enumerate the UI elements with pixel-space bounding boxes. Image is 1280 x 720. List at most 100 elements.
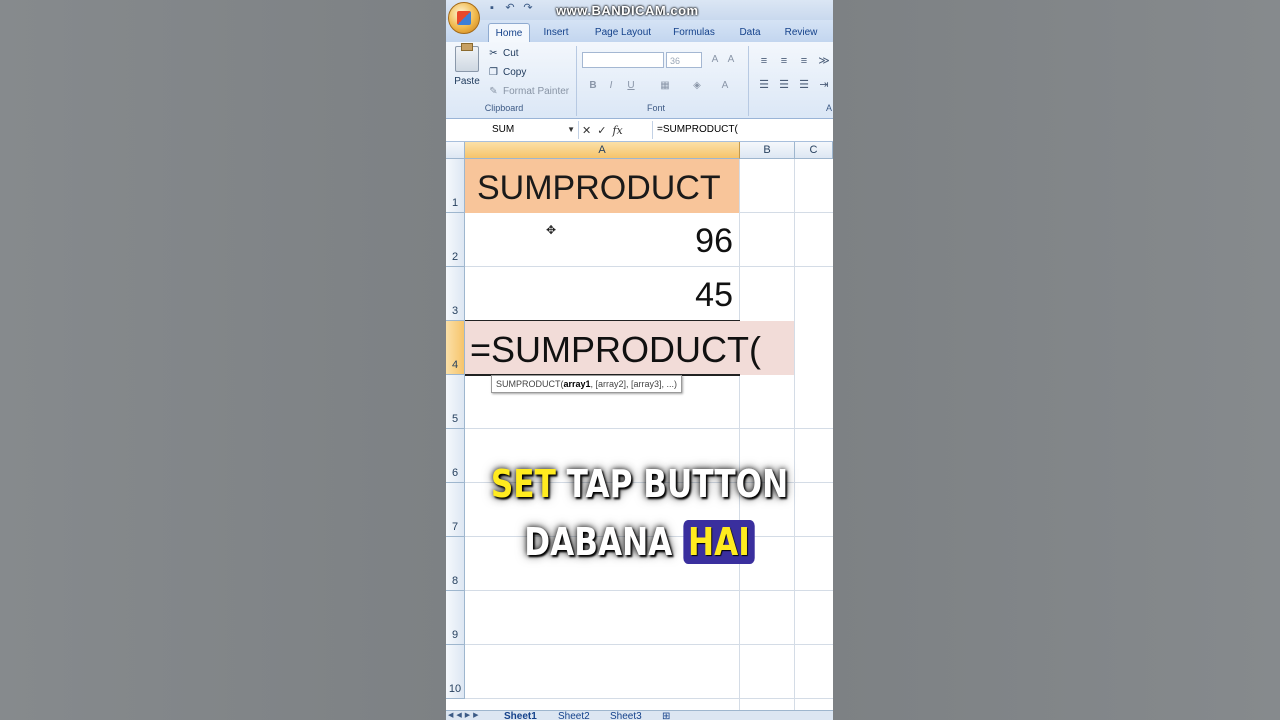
- align-right-icon[interactable]: ☰: [796, 78, 812, 92]
- format-painter-button[interactable]: ✎ Format Painter: [488, 86, 569, 97]
- cell-a1[interactable]: SUMPRODUCT: [465, 159, 739, 213]
- bold-icon[interactable]: B: [586, 79, 600, 93]
- sheet-tab-bar: ◀◀▶▶ Sheet1 Sheet2 Sheet3 ⊞: [446, 710, 833, 720]
- select-all-corner[interactable]: [446, 142, 465, 159]
- column-header-b[interactable]: B: [740, 142, 795, 159]
- group-separator: [576, 46, 577, 116]
- gridline: [465, 590, 833, 591]
- cut-label: Cut: [503, 48, 519, 59]
- row-header-9[interactable]: 9: [446, 591, 465, 645]
- row-header-2[interactable]: 2: [446, 213, 465, 267]
- row-number: 2: [451, 251, 459, 263]
- column-header-a[interactable]: A: [465, 142, 740, 159]
- cell-a3[interactable]: 45: [465, 276, 733, 315]
- title-bar: ▪ ↶ ↷ www.BANDICAM.com: [446, 0, 833, 20]
- font-color-icon[interactable]: A: [718, 79, 732, 93]
- font-group-label: Font: [646, 103, 665, 113]
- formula-buttons: ✕ ✓ fx: [582, 121, 623, 139]
- tab-data[interactable]: Data: [734, 23, 766, 42]
- chevron-down-icon[interactable]: ▼: [567, 121, 575, 139]
- align-left-icon[interactable]: ☰: [756, 78, 772, 92]
- row-number: 1: [451, 197, 459, 209]
- column-header-c[interactable]: C: [795, 142, 833, 159]
- tooltip-current-arg[interactable]: array1: [564, 379, 591, 389]
- ribbon-tabs: Home Insert Page Layout Formulas Data Re…: [446, 20, 833, 43]
- worksheet-grid: A B C 1 2 3 4 5 6 7 8 9 10 SUMPRODUCT 96…: [446, 142, 833, 712]
- gridline: [739, 159, 740, 712]
- align-center-icon[interactable]: ☰: [776, 78, 792, 92]
- quick-access-toolbar: ▪ ↶ ↷: [486, 2, 534, 14]
- align-top-icon[interactable]: ≡: [756, 54, 772, 68]
- copy-label: Copy: [503, 67, 527, 78]
- sheet-tab-2[interactable]: Sheet2: [558, 711, 590, 720]
- row-header-1[interactable]: 1: [446, 159, 465, 213]
- underline-icon[interactable]: U: [624, 79, 638, 93]
- gridline: [465, 698, 833, 699]
- redo-icon[interactable]: ↷: [522, 2, 534, 14]
- indent-icon[interactable]: ⇥: [816, 78, 832, 92]
- gridline: [794, 159, 795, 712]
- row-header-4[interactable]: 4: [446, 321, 465, 375]
- caption-line-1: SET TAP BUTTON: [446, 462, 833, 506]
- clipboard-group-label: Clipboard: [484, 103, 524, 113]
- function-argument-tooltip[interactable]: SUMPRODUCT(array1, [array2], [array3], .…: [491, 375, 683, 393]
- orientation-icon[interactable]: ≫: [816, 54, 832, 68]
- mouse-cursor-icon: ✥: [546, 223, 557, 237]
- paste-button[interactable]: Paste: [452, 43, 482, 100]
- row-number: 5: [451, 413, 459, 425]
- cell-a2[interactable]: 96: [465, 222, 733, 261]
- name-box[interactable]: SUM ▼: [446, 121, 579, 139]
- caption-highlight-box: HAI: [683, 520, 755, 564]
- ribbon: Paste ✂ Cut ❐ Copy ✎ Format Painter Clipboa…: [446, 42, 833, 119]
- sheet-nav-icons[interactable]: ◀◀▶▶: [448, 711, 482, 719]
- align-middle-icon[interactable]: ≡: [776, 54, 792, 68]
- row-number: 10: [448, 683, 462, 695]
- row-header-5[interactable]: 5: [446, 375, 465, 429]
- copy-button[interactable]: ❐ Copy: [488, 67, 526, 78]
- clipboard-icon: [455, 43, 479, 72]
- align-bottom-icon[interactable]: ≡: [796, 54, 812, 68]
- tab-page-layout[interactable]: Page Layout: [588, 23, 658, 42]
- row-number: 9: [451, 629, 459, 641]
- cell-a4-value: =SUMPRODUCT(: [470, 329, 762, 370]
- grow-font-icon[interactable]: A: [708, 53, 722, 67]
- copy-icon: ❐: [489, 67, 498, 78]
- save-icon[interactable]: ▪: [486, 2, 498, 14]
- format-painter-label: Format Painter: [503, 86, 570, 97]
- excel-window: ▪ ↶ ↷ www.BANDICAM.com Home Insert Page …: [446, 0, 833, 720]
- tab-review[interactable]: Review: [780, 23, 822, 42]
- undo-icon[interactable]: ↶: [504, 2, 516, 14]
- tab-home[interactable]: Home: [488, 23, 530, 43]
- fill-color-icon[interactable]: ◈: [690, 79, 704, 93]
- sheet-tab-3[interactable]: Sheet3: [610, 711, 642, 720]
- gridline: [465, 266, 833, 267]
- enter-check-icon[interactable]: ✓: [597, 124, 606, 137]
- group-separator: [748, 46, 749, 116]
- scissors-icon: ✂: [489, 48, 498, 59]
- recording-watermark: www.BANDICAM.com: [556, 3, 699, 18]
- background-left: [0, 0, 446, 720]
- row-header-3[interactable]: 3: [446, 267, 465, 321]
- font-name-select[interactable]: [582, 52, 664, 68]
- brush-icon: ✎: [489, 86, 498, 97]
- tooltip-remaining-args: , [array2], [array3], ...): [590, 379, 678, 389]
- insert-sheet-icon[interactable]: ⊞: [662, 711, 670, 720]
- tab-insert[interactable]: Insert: [536, 23, 576, 42]
- cell-a4-active[interactable]: =SUMPRODUCT(: [465, 321, 794, 375]
- sheet-tab-1[interactable]: Sheet1: [504, 711, 537, 720]
- cut-button[interactable]: ✂ Cut: [488, 48, 519, 59]
- italic-icon[interactable]: I: [604, 79, 618, 93]
- gridline: [465, 644, 833, 645]
- office-button[interactable]: [448, 2, 480, 34]
- borders-icon[interactable]: ▦: [658, 79, 672, 93]
- alignment-group-label: A: [825, 103, 832, 113]
- caption-text: TAP BUTTON: [555, 462, 789, 506]
- cancel-icon[interactable]: ✕: [582, 124, 591, 137]
- formula-bar: SUM ▼ ✕ ✓ fx =SUMPRODUCT(: [446, 119, 833, 142]
- formula-input[interactable]: =SUMPRODUCT(: [652, 121, 738, 139]
- font-size-select[interactable]: 36: [666, 52, 702, 68]
- row-header-10[interactable]: 10: [446, 645, 465, 699]
- shrink-font-icon[interactable]: A: [724, 53, 738, 67]
- tab-formulas[interactable]: Formulas: [668, 23, 720, 42]
- insert-function-icon[interactable]: fx: [612, 124, 622, 137]
